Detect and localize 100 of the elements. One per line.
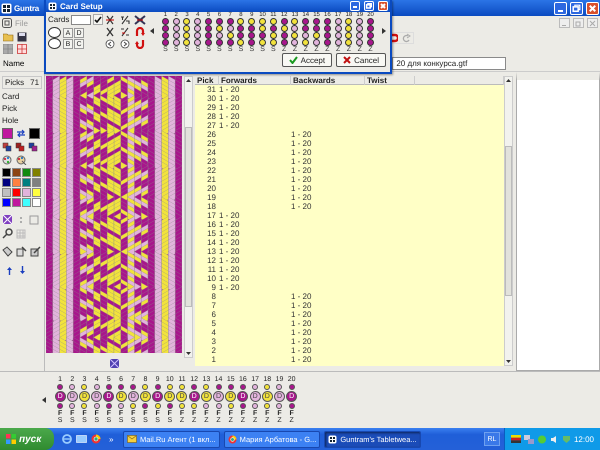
hole-dot[interactable] bbox=[172, 39, 180, 46]
palette-swatch[interactable] bbox=[22, 198, 31, 207]
cards-field[interactable] bbox=[71, 14, 92, 24]
hole-dot[interactable] bbox=[205, 32, 212, 39]
hole-dot[interactable] bbox=[259, 32, 266, 39]
column-header[interactable]: Twist bbox=[365, 76, 415, 85]
hole-dot[interactable] bbox=[162, 18, 169, 25]
hole-dot[interactable] bbox=[302, 32, 310, 39]
u-turn-arrow-icon[interactable] bbox=[134, 39, 146, 49]
hole-dot[interactable] bbox=[172, 25, 180, 32]
hole-dot[interactable] bbox=[356, 32, 364, 39]
hole-dot[interactable] bbox=[302, 25, 310, 32]
hole-dot[interactable] bbox=[226, 18, 234, 25]
hole-dot[interactable] bbox=[270, 39, 277, 46]
browser-e-icon[interactable] bbox=[62, 434, 72, 444]
crossed-cards-icon[interactable] bbox=[134, 15, 146, 25]
hole-dot[interactable] bbox=[194, 32, 202, 39]
hole-dot[interactable] bbox=[367, 18, 374, 25]
x-letter-icon[interactable] bbox=[104, 27, 116, 37]
hole-dot[interactable] bbox=[205, 25, 212, 32]
scrollbar[interactable] bbox=[184, 76, 193, 358]
hole-dot[interactable] bbox=[205, 18, 212, 25]
desktop-icon[interactable] bbox=[76, 434, 87, 444]
hole-dot[interactable] bbox=[324, 25, 331, 32]
hole-dot[interactable] bbox=[216, 25, 223, 32]
speaker-icon[interactable] bbox=[550, 434, 559, 444]
hole-dot[interactable] bbox=[356, 39, 364, 46]
hole-dot[interactable] bbox=[291, 32, 298, 39]
hole-dot[interactable] bbox=[183, 32, 190, 39]
apply-button[interactable] bbox=[93, 14, 104, 25]
hole-dot[interactable] bbox=[313, 18, 320, 25]
hole-dot[interactable] bbox=[334, 39, 342, 46]
hole-dot[interactable] bbox=[183, 18, 190, 25]
palette-swatch[interactable] bbox=[12, 188, 21, 197]
hole-dot[interactable] bbox=[237, 25, 244, 32]
wrench-icon[interactable] bbox=[2, 228, 13, 239]
hole-dot[interactable] bbox=[324, 39, 331, 46]
flag-icon[interactable] bbox=[510, 435, 521, 443]
hole-dot[interactable] bbox=[259, 18, 266, 25]
hole-dot[interactable] bbox=[183, 25, 190, 32]
palette-swatch[interactable] bbox=[32, 168, 41, 177]
start-button[interactable]: пуск bbox=[0, 428, 54, 450]
hole-dot[interactable] bbox=[302, 18, 310, 25]
hole-dot[interactable] bbox=[216, 18, 223, 25]
hole-dot[interactable] bbox=[248, 32, 256, 39]
down-arrow-icon[interactable] bbox=[19, 266, 26, 275]
hole-dot[interactable] bbox=[237, 18, 244, 25]
hole-dot[interactable] bbox=[367, 25, 374, 32]
hole-dot[interactable] bbox=[194, 25, 202, 32]
palette-swatch[interactable] bbox=[2, 178, 11, 187]
tag-icon[interactable] bbox=[2, 246, 13, 257]
palette-swatch[interactable] bbox=[12, 168, 21, 177]
column-header[interactable]: Pick bbox=[195, 76, 219, 85]
accept-button[interactable]: Accept bbox=[282, 53, 332, 67]
overflow-button[interactable]: » bbox=[109, 434, 119, 444]
scrollbar[interactable] bbox=[504, 76, 513, 366]
hole-dot[interactable] bbox=[356, 18, 364, 25]
hole-dot[interactable] bbox=[345, 39, 352, 46]
hole-dot[interactable] bbox=[291, 39, 298, 46]
background-swatch[interactable] bbox=[29, 128, 40, 139]
hole-dot[interactable] bbox=[216, 39, 223, 46]
foreground-swatch[interactable] bbox=[2, 128, 13, 139]
hole-dot[interactable] bbox=[226, 32, 234, 39]
hole-dot[interactable] bbox=[259, 39, 266, 46]
hole-dot[interactable] bbox=[345, 32, 352, 39]
hole-dot[interactable] bbox=[194, 18, 202, 25]
hole-dot[interactable] bbox=[280, 39, 288, 46]
hole-dot[interactable] bbox=[205, 39, 212, 46]
hole-dot[interactable] bbox=[183, 39, 190, 46]
pattern-grid-icon[interactable] bbox=[2, 214, 13, 225]
hole-dot[interactable] bbox=[334, 18, 342, 25]
column-header[interactable]: Forwards bbox=[219, 76, 291, 85]
palette-swatch[interactable] bbox=[12, 198, 21, 207]
hole-dot[interactable] bbox=[270, 25, 277, 32]
grid-icon[interactable] bbox=[17, 44, 27, 54]
hole-dot[interactable] bbox=[367, 32, 374, 39]
fraction-icon[interactable] bbox=[119, 27, 131, 37]
hole-dot[interactable] bbox=[345, 18, 352, 25]
card-pick-icon[interactable] bbox=[16, 246, 27, 257]
hole-dot[interactable] bbox=[226, 39, 234, 46]
hole-dot[interactable] bbox=[334, 25, 342, 32]
x-twist-icon[interactable] bbox=[104, 15, 116, 25]
hole-dot[interactable] bbox=[313, 25, 320, 32]
hole-dot[interactable] bbox=[194, 39, 202, 46]
palette-swatch[interactable] bbox=[12, 178, 21, 187]
hole-dot[interactable] bbox=[280, 32, 288, 39]
palette-swatch[interactable] bbox=[22, 168, 31, 177]
hole-dot[interactable] bbox=[216, 32, 223, 39]
column-header[interactable]: Backwards bbox=[291, 76, 365, 85]
hole-dot[interactable] bbox=[248, 25, 256, 32]
palette-swatch[interactable] bbox=[2, 168, 11, 177]
hole-dot[interactable] bbox=[248, 18, 256, 25]
hole-dot[interactable] bbox=[270, 32, 277, 39]
card-edit-icon[interactable] bbox=[30, 246, 41, 257]
scroll-left-button[interactable] bbox=[150, 26, 157, 36]
up-arrow-icon[interactable] bbox=[6, 266, 13, 275]
hole-dot[interactable] bbox=[259, 25, 266, 32]
hole-dot[interactable] bbox=[324, 18, 331, 25]
hole-dot[interactable] bbox=[270, 18, 277, 25]
left-caret-icon[interactable] bbox=[42, 397, 46, 403]
